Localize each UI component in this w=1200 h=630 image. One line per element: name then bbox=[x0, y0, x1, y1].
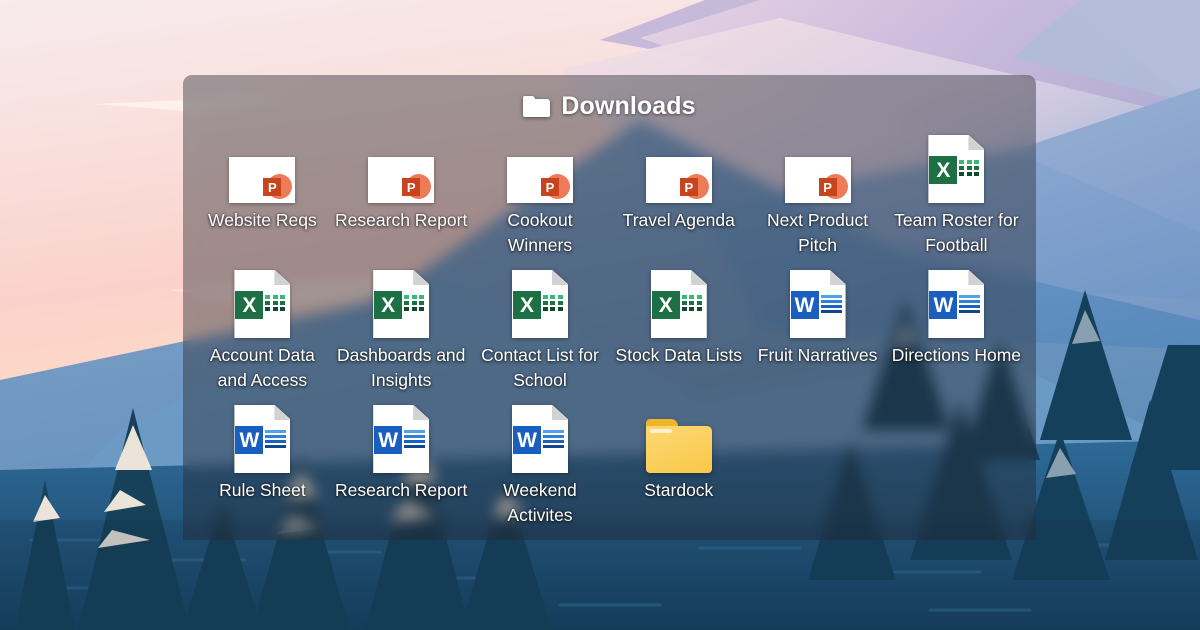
file-label: Research Report bbox=[335, 210, 468, 230]
file-item[interactable]: X Stock Data Lists bbox=[609, 270, 748, 407]
excel-file-icon: X bbox=[650, 270, 707, 338]
file-item[interactable]: P Website Reqs bbox=[193, 137, 332, 272]
file-item[interactable]: X Team Roster for Football bbox=[887, 135, 1026, 272]
file-icon-art: P bbox=[506, 137, 573, 203]
file-item[interactable]: Stardock bbox=[609, 407, 748, 540]
excel-file-icon: X bbox=[928, 135, 985, 203]
file-item[interactable]: X Dashboards and Insights bbox=[332, 270, 471, 407]
file-label: Next Product Pitch bbox=[767, 210, 869, 255]
downloads-folder-panel[interactable]: Downloads P Website Reqs P Research Report P… bbox=[183, 75, 1036, 540]
file-icon-art: W bbox=[511, 405, 568, 473]
powerpoint-file-icon: P bbox=[506, 157, 573, 203]
file-item[interactable]: P Research Report bbox=[332, 137, 471, 272]
word-file-icon: W bbox=[234, 405, 291, 473]
file-item[interactable]: X Account Data and Access bbox=[193, 270, 332, 407]
powerpoint-file-icon: P bbox=[645, 157, 712, 203]
excel-file-icon: X bbox=[373, 270, 430, 338]
file-label: Website Reqs bbox=[208, 210, 317, 230]
file-item[interactable]: P Travel Agenda bbox=[609, 137, 748, 272]
panel-header: Downloads bbox=[183, 75, 1036, 123]
file-label: Fruit Narratives bbox=[757, 345, 878, 365]
file-label: Team Roster for Football bbox=[894, 210, 1019, 255]
file-label: Directions Home bbox=[891, 345, 1022, 365]
file-label: Research Report bbox=[335, 480, 468, 500]
excel-file-icon: X bbox=[234, 270, 291, 338]
file-label: Dashboards and Insights bbox=[336, 345, 466, 390]
file-icon-grid: P Website Reqs P Research Report P Cookout Wi… bbox=[183, 123, 1036, 540]
file-item[interactable]: P Next Product Pitch bbox=[748, 137, 887, 272]
file-icon-art: W bbox=[928, 270, 985, 338]
powerpoint-file-icon: P bbox=[229, 157, 296, 203]
file-item[interactable]: W Directions Home bbox=[887, 270, 1026, 407]
file-icon-art: X bbox=[511, 270, 568, 338]
excel-file-icon: X bbox=[511, 270, 568, 338]
file-item[interactable]: P Cookout Winners bbox=[471, 137, 610, 272]
file-item[interactable]: X Contact List for School bbox=[471, 270, 610, 407]
folder-title-icon bbox=[523, 95, 551, 117]
file-icon-art: P bbox=[229, 137, 296, 203]
file-label: Rule Sheet bbox=[219, 480, 306, 500]
file-label: Stardock bbox=[644, 480, 714, 500]
word-file-icon: W bbox=[789, 270, 846, 338]
file-icon-art: P bbox=[368, 137, 435, 203]
file-label: Stock Data Lists bbox=[615, 345, 742, 365]
file-icon-art: X bbox=[234, 270, 291, 338]
file-item[interactable]: W Rule Sheet bbox=[193, 405, 332, 540]
desktop: Downloads P Website Reqs P Research Report P… bbox=[0, 0, 1200, 630]
word-file-icon: W bbox=[373, 405, 430, 473]
file-icon-art: P bbox=[645, 137, 712, 203]
word-file-icon: W bbox=[928, 270, 985, 338]
folder-icon bbox=[645, 419, 712, 473]
file-icon-art: W bbox=[373, 405, 430, 473]
powerpoint-file-icon: P bbox=[784, 157, 851, 203]
word-file-icon: W bbox=[511, 405, 568, 473]
file-icon-art: P bbox=[784, 137, 851, 203]
file-label: Contact List for School bbox=[481, 345, 599, 390]
file-icon-art: X bbox=[650, 270, 707, 338]
file-icon-art: X bbox=[928, 135, 985, 203]
file-icon-art bbox=[645, 407, 712, 473]
powerpoint-file-icon: P bbox=[368, 157, 435, 203]
page-title: Downloads bbox=[561, 91, 696, 120]
file-label: Account Data and Access bbox=[209, 345, 315, 390]
file-item[interactable]: W Weekend Activites bbox=[471, 405, 610, 540]
file-item[interactable]: W Fruit Narratives bbox=[748, 270, 887, 407]
file-label: Weekend Activites bbox=[503, 480, 577, 525]
file-icon-art: W bbox=[789, 270, 846, 338]
file-item[interactable]: W Research Report bbox=[332, 405, 471, 540]
file-icon-art: X bbox=[373, 270, 430, 338]
file-label: Travel Agenda bbox=[622, 210, 735, 230]
file-label: Cookout Winners bbox=[507, 210, 573, 255]
file-icon-art: W bbox=[234, 405, 291, 473]
